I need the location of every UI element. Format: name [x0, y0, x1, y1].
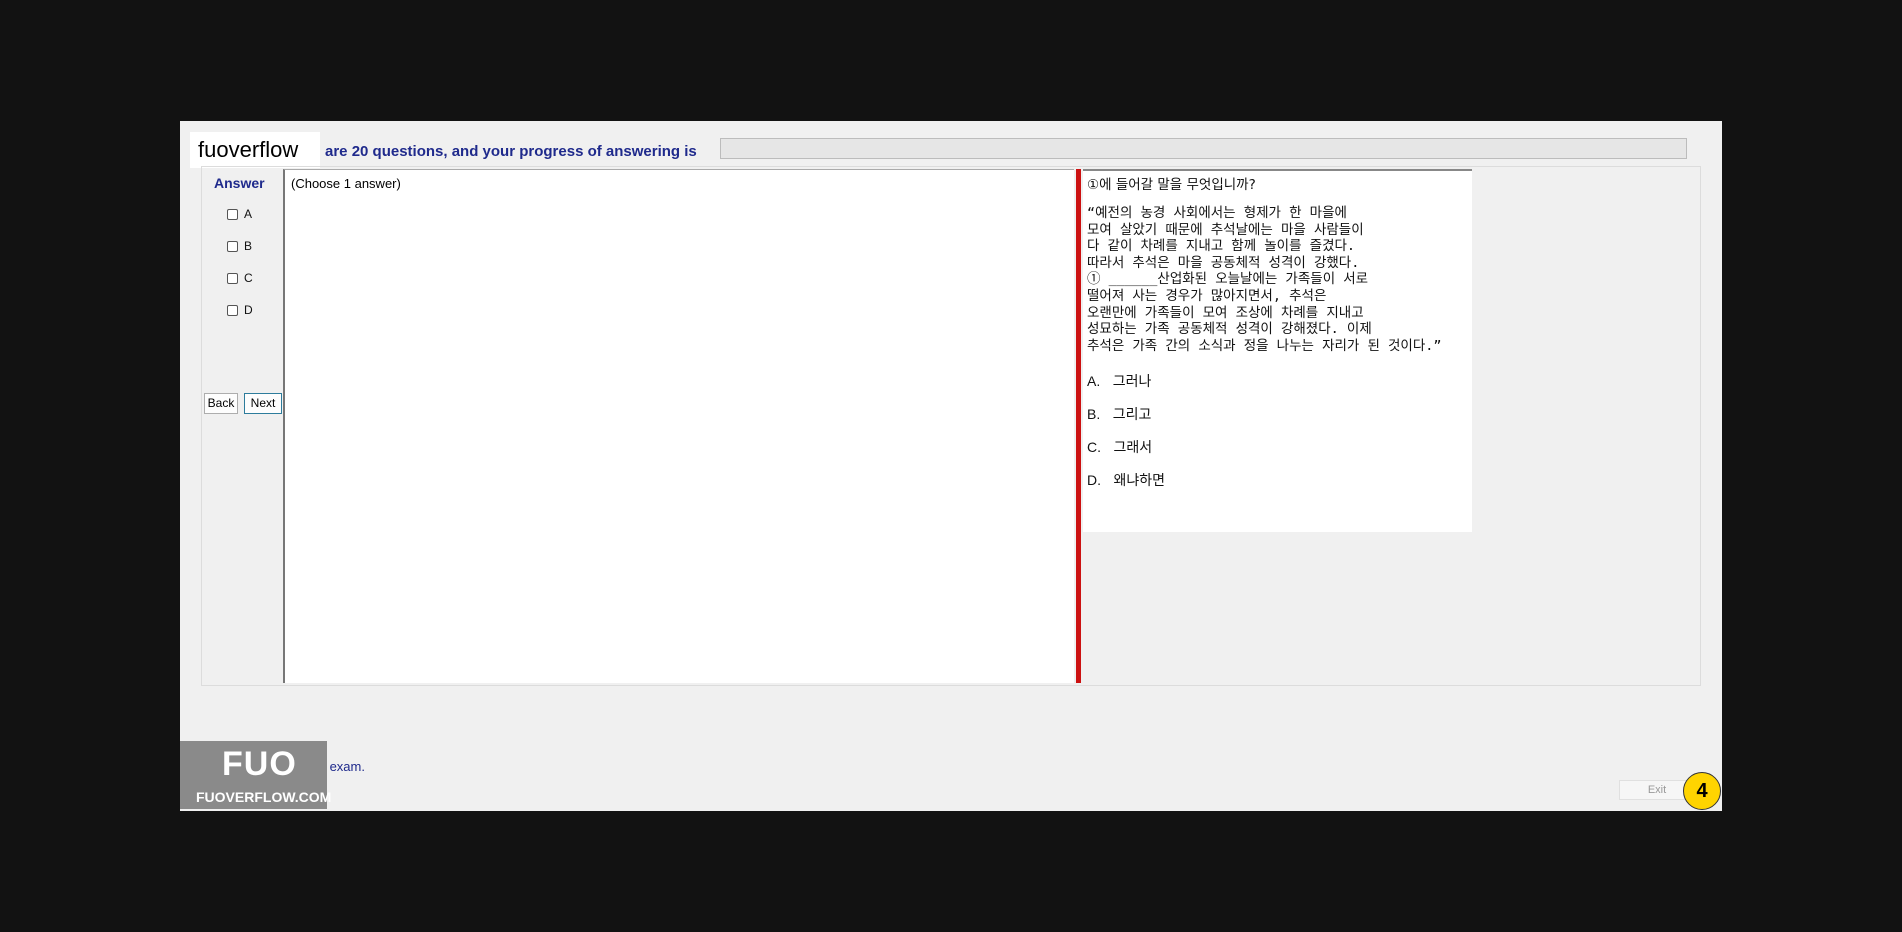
question-heading: ①에 들어갈 말을 무엇입니까? [1087, 177, 1256, 193]
question-panel: ①에 들어갈 말을 무엇입니까? “예전의 농경 사회에서는 형제가 한 마을에… [1083, 169, 1472, 532]
choice-a-letter: A. [1087, 373, 1101, 389]
watermark-logo: FUO FUOVERFLOW.COM [180, 741, 331, 809]
option-c-checkbox[interactable] [227, 272, 238, 284]
choice-c: C. 그래서 [1087, 437, 1152, 457]
option-b[interactable]: B [227, 238, 252, 254]
option-a[interactable]: A [227, 206, 252, 222]
option-c[interactable]: C [227, 270, 253, 286]
logo-mark: FUO [222, 745, 297, 783]
answer-hint: (Choose 1 answer) [291, 176, 401, 191]
choice-d-text: 왜냐하면 [1113, 473, 1165, 489]
choice-b-letter: B. [1087, 406, 1101, 422]
answer-box: (Choose 1 answer) [283, 169, 1074, 683]
option-b-label: B [244, 239, 253, 253]
choice-b: B. 그리고 [1087, 404, 1151, 424]
exam-window: fuoverflow are 20 questions, and your pr… [180, 121, 1722, 811]
option-d-label: D [244, 303, 253, 317]
choice-b-text: 그리고 [1112, 407, 1152, 423]
question-passage: “예전의 농경 사회에서는 형제가 한 마을에 모여 살았기 때문에 추석날에는… [1087, 205, 1442, 354]
progress-bar [720, 138, 1687, 159]
choice-a: A. 그러나 [1087, 371, 1151, 391]
option-d[interactable]: D [227, 302, 253, 318]
logo-text: FUOVERFLOW.COM [196, 789, 332, 805]
choice-c-letter: C. [1087, 439, 1101, 455]
choice-a-text: 그러나 [1112, 374, 1152, 390]
next-button[interactable]: Next [244, 393, 282, 414]
option-b-checkbox[interactable] [227, 240, 238, 252]
option-a-label: A [244, 207, 253, 221]
progress-caption: are 20 questions, and your progress of a… [325, 143, 697, 160]
answer-title: Answer [214, 175, 265, 191]
brand-label: fuoverflow [190, 132, 320, 168]
option-a-checkbox[interactable] [227, 208, 238, 220]
page-number-badge: 4 [1683, 772, 1721, 810]
back-button[interactable]: Back [204, 393, 238, 414]
option-c-label: C [244, 271, 253, 285]
choice-d-letter: D. [1087, 472, 1101, 488]
choice-c-text: 그래서 [1113, 440, 1153, 456]
option-d-checkbox[interactable] [227, 304, 238, 316]
panel-splitter[interactable] [1076, 169, 1081, 683]
choice-d: D. 왜냐하면 [1087, 470, 1165, 490]
